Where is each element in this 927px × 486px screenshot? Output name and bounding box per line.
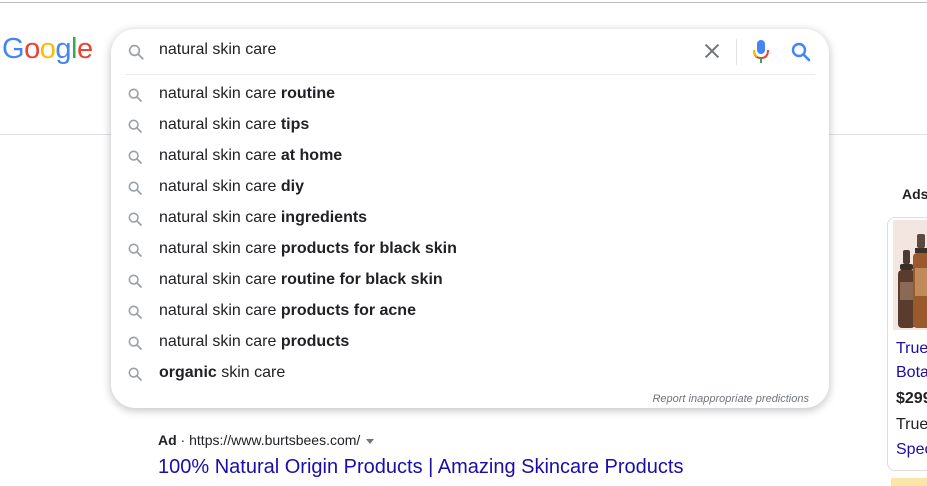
product-title-line1[interactable]: True bbox=[896, 340, 927, 358]
suggestion-item[interactable]: natural skin care products bbox=[111, 327, 829, 358]
side-ads-label: Ads bbox=[902, 186, 927, 202]
suggestion-item[interactable]: natural skin care diy bbox=[111, 172, 829, 203]
logo-letter: G bbox=[2, 33, 25, 65]
magnifier-icon bbox=[127, 211, 143, 232]
magnifier-icon bbox=[127, 273, 143, 294]
search-bar[interactable]: natural skin care bbox=[111, 29, 829, 74]
suggestion-item[interactable]: natural skin care products for black ski… bbox=[111, 234, 829, 265]
search-input[interactable]: natural skin care bbox=[159, 41, 276, 59]
ad-title-link[interactable]: 100% Natural Origin Products | Amazing S… bbox=[158, 456, 683, 479]
suggestion-text: natural skin care routine bbox=[159, 85, 336, 102]
ad-separator: · bbox=[176, 432, 190, 448]
suggestion-text: organic skin care bbox=[159, 364, 286, 381]
shopping-ad-card[interactable]: True Bota $299 True Spec bbox=[887, 217, 927, 471]
magnifier-icon bbox=[127, 118, 143, 139]
magnifier-icon bbox=[127, 180, 143, 201]
magnifier-icon bbox=[127, 304, 143, 325]
ad-url[interactable]: https://www.burtsbees.com/ bbox=[189, 432, 360, 448]
suggestion-item[interactable]: natural skin care ingredients bbox=[111, 203, 829, 234]
product-merchant: True bbox=[896, 416, 927, 433]
suggestion-text: natural skin care tips bbox=[159, 116, 310, 133]
suggestion-item[interactable]: natural skin care products for acne bbox=[111, 296, 829, 327]
microphone-icon[interactable] bbox=[751, 39, 771, 65]
magnifier-icon bbox=[127, 242, 143, 263]
clear-icon[interactable] bbox=[701, 40, 723, 62]
logo-letter: o bbox=[39, 33, 56, 65]
logo-letter: g bbox=[55, 33, 71, 65]
suggestion-item[interactable]: organic skin care bbox=[111, 358, 829, 389]
suggestion-text: natural skin care ingredients bbox=[159, 209, 368, 226]
top-border bbox=[0, 2, 927, 3]
logo-letter: o bbox=[24, 33, 40, 65]
search-divider bbox=[125, 74, 815, 75]
magnifier-icon bbox=[127, 366, 143, 387]
magnifier-icon bbox=[127, 335, 143, 356]
report-predictions-link[interactable]: Report inappropriate predictions bbox=[652, 393, 809, 405]
separator bbox=[736, 39, 737, 65]
ad-label: Ad bbox=[158, 432, 177, 448]
product-image[interactable] bbox=[893, 220, 927, 330]
suggestion-list: natural skin care routine natural skin c… bbox=[111, 79, 829, 389]
magnifier-icon bbox=[127, 43, 145, 66]
ad-url-line: Ad · https://www.burtsbees.com/ bbox=[158, 432, 375, 448]
suggestion-item[interactable]: natural skin care tips bbox=[111, 110, 829, 141]
suggestion-text: natural skin care diy bbox=[159, 178, 304, 195]
next-ad-card-edge bbox=[891, 478, 927, 486]
logo-letter: e bbox=[76, 33, 93, 65]
suggestion-item[interactable]: natural skin care routine bbox=[111, 79, 829, 110]
suggestion-text: natural skin care routine for black skin bbox=[159, 271, 443, 288]
search-box-with-suggestions: natural skin care natural skin care rout… bbox=[111, 29, 829, 408]
suggestion-text: natural skin care at home bbox=[159, 147, 343, 164]
magnifier-icon bbox=[127, 87, 143, 108]
dropdown-caret-icon[interactable] bbox=[366, 438, 375, 444]
product-price: $299 bbox=[896, 390, 927, 407]
search-submit-icon[interactable] bbox=[789, 40, 813, 64]
product-title-line2[interactable]: Bota bbox=[896, 364, 927, 382]
suggestion-text: natural skin care products bbox=[159, 333, 350, 350]
google-logo[interactable]: Google bbox=[2, 33, 93, 66]
product-note[interactable]: Spec bbox=[896, 441, 927, 459]
suggestion-item[interactable]: natural skin care at home bbox=[111, 141, 829, 172]
suggestion-item[interactable]: natural skin care routine for black skin bbox=[111, 265, 829, 296]
magnifier-icon bbox=[127, 149, 143, 170]
suggestion-text: natural skin care products for acne bbox=[159, 302, 416, 319]
suggestion-text: natural skin care products for black ski… bbox=[159, 240, 457, 257]
